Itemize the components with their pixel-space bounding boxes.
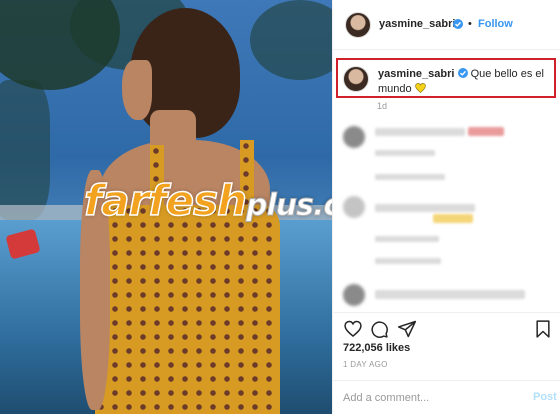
heart-icon[interactable]	[343, 319, 365, 341]
watermark: farfeshplus.com	[83, 175, 332, 226]
comment-text	[375, 236, 439, 242]
separator-dot: •	[468, 18, 472, 30]
header-username[interactable]: yasmine_sabri	[379, 18, 455, 30]
comment-text	[375, 258, 441, 264]
comment-text	[433, 214, 473, 223]
comment-icon[interactable]	[369, 319, 391, 341]
verified-icon	[453, 19, 463, 29]
caption-time: 1d	[377, 101, 388, 111]
comment-text	[375, 150, 435, 156]
comment-text	[375, 204, 475, 212]
post-date: 1 DAY AGO	[343, 360, 388, 369]
comment-text	[375, 128, 465, 136]
comment-bar: Post	[333, 380, 560, 414]
watermark-main: farfesh	[83, 175, 247, 226]
caption-username[interactable]: yasmine_sabri	[378, 68, 454, 80]
post-photo: farfeshplus.com	[0, 0, 332, 414]
face	[122, 60, 152, 120]
comment-input[interactable]	[343, 390, 523, 406]
watermark-suffix: plus.com	[245, 188, 332, 224]
comment-text	[468, 127, 504, 136]
palm-tree	[250, 0, 332, 80]
yellow-heart-emoji	[414, 83, 426, 93]
comment-text	[375, 174, 445, 180]
caption-avatar[interactable]	[343, 66, 369, 92]
comment-avatar	[343, 126, 365, 148]
action-bar	[333, 312, 560, 346]
post-header: yasmine_sabri • Follow	[333, 0, 560, 50]
post-sidebar: yasmine_sabri • Follow yasmine_sabri Que…	[332, 0, 560, 414]
caption: yasmine_sabri Que bello es el mundo	[378, 67, 552, 97]
comment-avatar	[343, 196, 365, 218]
follow-button[interactable]: Follow	[478, 18, 513, 30]
share-icon[interactable]	[397, 319, 419, 341]
post-button[interactable]: Post	[533, 391, 557, 403]
verified-icon	[457, 68, 468, 78]
likes-count[interactable]: 722,056 likes	[343, 342, 410, 354]
bookmark-icon[interactable]	[533, 319, 555, 341]
palm-tree	[0, 80, 50, 220]
dress	[95, 205, 280, 414]
caption-highlight: yasmine_sabri Que bello es el mundo	[336, 58, 556, 98]
comment-avatar	[343, 284, 365, 306]
comment-text	[375, 290, 525, 299]
avatar[interactable]	[345, 12, 371, 38]
